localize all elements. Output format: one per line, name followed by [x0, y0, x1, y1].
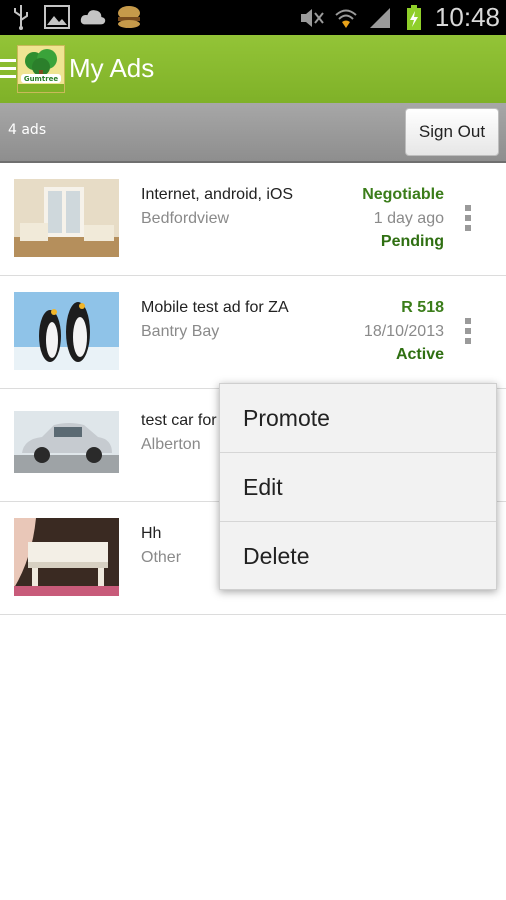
- ads-count: 4 ads: [8, 122, 47, 138]
- image-icon: [44, 4, 70, 30]
- signal-icon: [367, 5, 393, 31]
- ad-location: Bantry Bay: [141, 323, 220, 340]
- ad-status: Active: [395, 346, 444, 363]
- page-title: My Ads: [69, 53, 155, 83]
- ad-thumbnail: [14, 518, 119, 596]
- list-item[interactable]: Mobile test ad for ZA Bantry Bay R 518 1…: [0, 276, 506, 389]
- status-bar: 10:48: [0, 0, 506, 35]
- ad-price: R 518: [401, 299, 444, 316]
- gumtree-logo[interactable]: Gumtree: [17, 45, 65, 93]
- ad-status: Pending: [380, 233, 444, 250]
- sign-out-button[interactable]: Sign Out: [405, 108, 499, 156]
- ad-location: Alberton: [141, 436, 201, 453]
- ad-thumbnail: [14, 179, 119, 257]
- ad-title: test car for: [141, 412, 217, 429]
- ads-toolbar: 4 ads Sign Out: [0, 103, 506, 163]
- mute-icon: [299, 5, 325, 31]
- menu-icon[interactable]: [0, 59, 16, 79]
- overflow-menu-icon[interactable]: [465, 318, 473, 346]
- app-bar: Gumtree My Ads: [0, 35, 506, 103]
- clock: 10:48: [434, 2, 500, 32]
- logo-text: Gumtree: [24, 75, 59, 83]
- menu-item-edit[interactable]: Edit: [220, 453, 496, 522]
- ad-price: Negotiable: [362, 186, 444, 203]
- list-item[interactable]: Internet, android, iOS Bedfordview Negot…: [0, 163, 506, 276]
- ad-date: 18/10/2013: [363, 323, 444, 340]
- ad-title: Mobile test ad for ZA: [141, 299, 289, 316]
- menu-item-promote[interactable]: Promote: [220, 384, 496, 453]
- wifi-icon: [333, 5, 359, 31]
- usb-icon: [8, 4, 34, 30]
- context-menu: Promote Edit Delete: [219, 383, 497, 590]
- burger-icon: [116, 4, 142, 30]
- ad-thumbnail: [14, 411, 119, 473]
- ad-date: 1 day ago: [373, 210, 444, 227]
- ad-location: Other: [141, 549, 182, 566]
- ad-location: Bedfordview: [141, 210, 230, 227]
- ad-title: Hh: [141, 525, 162, 542]
- battery-charging-icon: [401, 4, 427, 31]
- menu-item-delete[interactable]: Delete: [220, 522, 496, 590]
- ad-title: Internet, android, iOS: [141, 186, 294, 203]
- ad-thumbnail: [14, 292, 119, 370]
- overflow-menu-icon[interactable]: [465, 205, 473, 233]
- cloud-icon: [80, 4, 106, 30]
